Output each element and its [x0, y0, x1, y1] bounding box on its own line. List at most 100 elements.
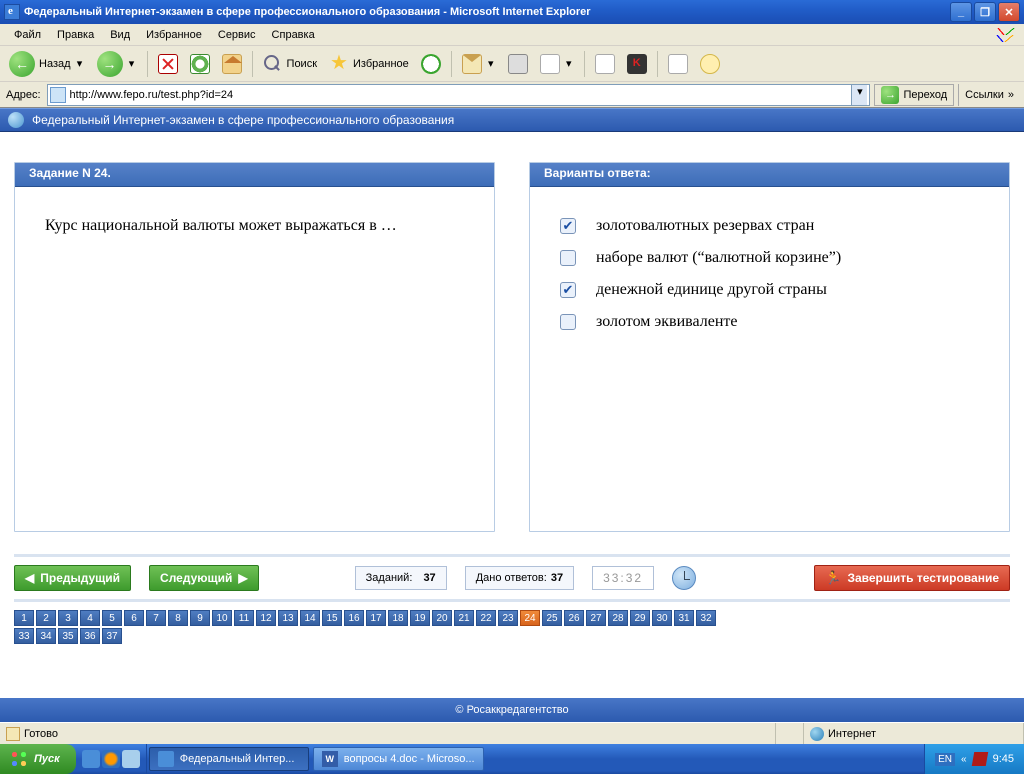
start-button[interactable]: Пуск — [0, 744, 76, 774]
url-dropdown[interactable]: ▾ — [851, 85, 867, 105]
question-number-button[interactable]: 34 — [36, 628, 56, 644]
address-bar: Адрес: ▾ → Переход Ссылки » — [0, 82, 1024, 108]
question-number-button[interactable]: 1 — [14, 610, 34, 626]
messenger-button[interactable] — [695, 49, 725, 79]
mail-button[interactable]: ▾ — [457, 49, 501, 79]
question-number-button[interactable]: 24 — [520, 610, 540, 626]
prev-button[interactable]: ◀ Предыдущий — [14, 565, 131, 591]
question-number-button[interactable]: 17 — [366, 610, 386, 626]
answer-option[interactable]: наборе валют (“валютной корзине”) — [560, 249, 979, 267]
discuss-button[interactable] — [590, 49, 620, 79]
question-number-button[interactable]: 7 — [146, 610, 166, 626]
language-indicator[interactable]: EN — [935, 753, 955, 766]
menu-help[interactable]: Справка — [264, 27, 323, 43]
ql-media-icon[interactable] — [102, 750, 120, 768]
question-number-button[interactable]: 23 — [498, 610, 518, 626]
question-number-button[interactable]: 16 — [344, 610, 364, 626]
print-icon — [508, 54, 528, 74]
question-number-button[interactable]: 15 — [322, 610, 342, 626]
question-number-button[interactable]: 26 — [564, 610, 584, 626]
page-header: Федеральный Интернет-экзамен в сфере про… — [0, 108, 1024, 132]
ql-ie-icon[interactable] — [82, 750, 100, 768]
clock-icon — [672, 566, 696, 590]
research-icon — [668, 54, 688, 74]
question-number-button[interactable]: 32 — [696, 610, 716, 626]
question-number-button[interactable]: 27 — [586, 610, 606, 626]
menu-tools[interactable]: Сервис — [210, 27, 264, 43]
checkbox-icon[interactable] — [560, 250, 576, 266]
question-number-button[interactable]: 3 — [58, 610, 78, 626]
chevron-left-icon: ◀ — [25, 571, 34, 585]
question-number-button[interactable]: 21 — [454, 610, 474, 626]
question-number-button[interactable]: 6 — [124, 610, 144, 626]
forward-button[interactable]: → ▾ — [92, 49, 142, 79]
tray-clock: 9:45 — [993, 753, 1014, 765]
checkbox-icon[interactable] — [560, 282, 576, 298]
question-number-button[interactable]: 12 — [256, 610, 276, 626]
question-number-button[interactable]: 29 — [630, 610, 650, 626]
checkbox-icon[interactable] — [560, 314, 576, 330]
question-number-button[interactable]: 11 — [234, 610, 254, 626]
question-number-button[interactable]: 33 — [14, 628, 34, 644]
finish-button[interactable]: 🏃 Завершить тестирование — [814, 565, 1010, 591]
chevron-down-icon: ▾ — [127, 57, 137, 70]
question-number-button[interactable]: 28 — [608, 610, 628, 626]
checkbox-icon[interactable] — [560, 218, 576, 234]
question-number-button[interactable]: 30 — [652, 610, 672, 626]
print-button[interactable] — [503, 49, 533, 79]
go-button[interactable]: → Переход — [874, 84, 954, 106]
question-number-button[interactable]: 37 — [102, 628, 122, 644]
research-button[interactable] — [663, 49, 693, 79]
answer-option[interactable]: денежной единице другой страны — [560, 281, 979, 299]
question-number-button[interactable]: 36 — [80, 628, 100, 644]
ql-desktop-icon[interactable] — [122, 750, 140, 768]
status-bar: Готово Интернет — [0, 722, 1024, 744]
url-input[interactable] — [70, 89, 852, 101]
url-field[interactable]: ▾ — [47, 84, 871, 106]
question-number-button[interactable]: 19 — [410, 610, 430, 626]
question-number-button[interactable]: 20 — [432, 610, 452, 626]
history-button[interactable] — [416, 49, 446, 79]
page-title: Федеральный Интернет-экзамен в сфере про… — [32, 113, 454, 127]
edit-button[interactable]: ▾ — [535, 49, 579, 79]
tray-chevron-icon[interactable]: « — [961, 754, 967, 765]
question-number-button[interactable]: 31 — [674, 610, 694, 626]
question-number-button[interactable]: 22 — [476, 610, 496, 626]
menu-view[interactable]: Вид — [102, 27, 138, 43]
minimize-button[interactable]: _ — [950, 2, 972, 22]
links-button[interactable]: Ссылки » — [958, 84, 1020, 106]
question-number-button[interactable]: 25 — [542, 610, 562, 626]
taskbar-task-ie[interactable]: Федеральный Интер... — [149, 747, 309, 771]
answer-option[interactable]: золотом эквиваленте — [560, 313, 979, 331]
favorites-button[interactable]: ★ Избранное — [324, 49, 414, 79]
menu-favorites[interactable]: Избранное — [138, 27, 210, 43]
page-icon — [50, 87, 66, 103]
question-panel-title: Задание N 24. — [15, 163, 494, 187]
answer-text: наборе валют (“валютной корзине”) — [596, 249, 841, 267]
question-number-button[interactable]: 13 — [278, 610, 298, 626]
menu-file[interactable]: Файл — [6, 27, 49, 43]
close-button[interactable]: ✕ — [998, 2, 1020, 22]
question-number-button[interactable]: 10 — [212, 610, 232, 626]
question-number-button[interactable]: 4 — [80, 610, 100, 626]
home-button[interactable] — [217, 49, 247, 79]
stop-button[interactable] — [153, 49, 183, 79]
question-number-button[interactable]: 5 — [102, 610, 122, 626]
back-button[interactable]: ← Назад ▾ — [4, 49, 90, 79]
refresh-button[interactable] — [185, 49, 215, 79]
menu-edit[interactable]: Правка — [49, 27, 102, 43]
question-number-button[interactable]: 8 — [168, 610, 188, 626]
next-button[interactable]: Следующий ▶ — [149, 565, 259, 591]
answer-option[interactable]: золотовалютных резервах стран — [560, 217, 979, 235]
restore-button[interactable]: ❐ — [974, 2, 996, 22]
question-number-button[interactable]: 2 — [36, 610, 56, 626]
taskbar-task-word[interactable]: W вопросы 4.doc - Microso... — [313, 747, 484, 771]
search-button[interactable]: Поиск — [258, 49, 322, 79]
kaspersky-button[interactable]: K — [622, 49, 652, 79]
tray-kaspersky-icon[interactable] — [971, 752, 987, 766]
question-number-button[interactable]: 14 — [300, 610, 320, 626]
question-number-button[interactable]: 35 — [58, 628, 78, 644]
question-number-button[interactable]: 18 — [388, 610, 408, 626]
question-number-button[interactable]: 9 — [190, 610, 210, 626]
window-title: Федеральный Интернет-экзамен в сфере про… — [24, 6, 950, 18]
